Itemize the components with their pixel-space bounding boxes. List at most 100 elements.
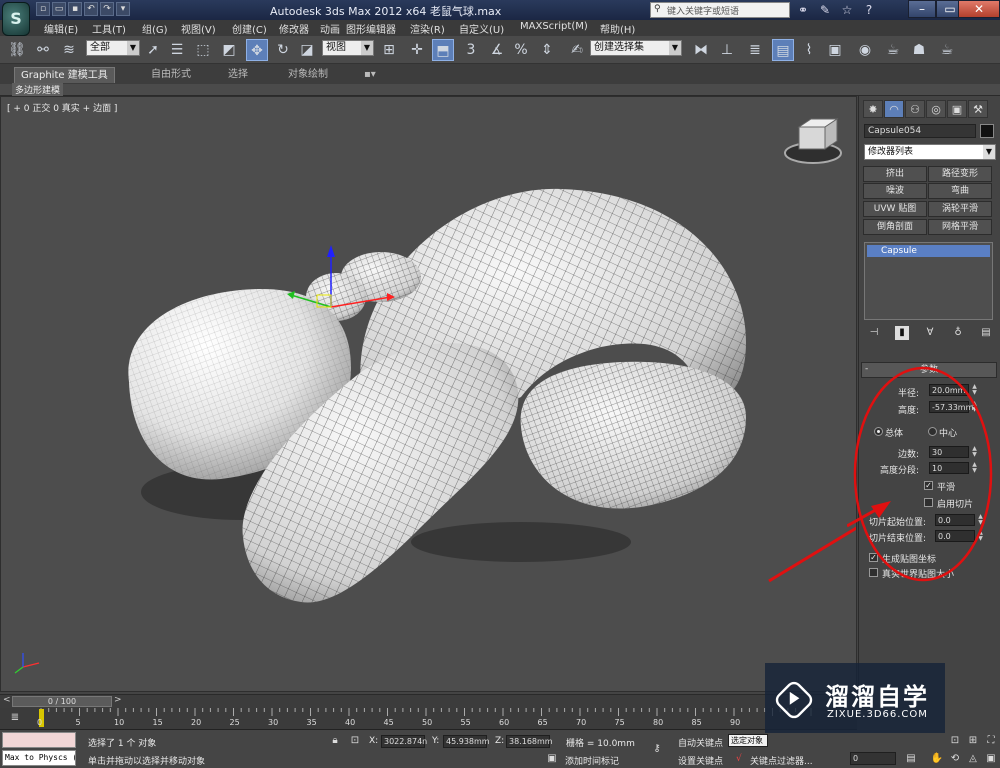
mirror-icon[interactable]: ⧓: [690, 39, 712, 61]
select-scale-icon[interactable]: ◪: [296, 39, 318, 61]
motion-tab-icon[interactable]: ◎: [926, 100, 946, 118]
orbit-icon[interactable]: ⟲: [948, 752, 962, 766]
angle-snap-icon[interactable]: ∡: [486, 39, 508, 61]
key-icon[interactable]: ⚷: [650, 742, 664, 756]
stack-item-capsule[interactable]: Capsule: [867, 245, 990, 257]
render-setup-icon[interactable]: ☕: [882, 39, 904, 61]
named-selection-dropdown[interactable]: 创建选择集 ▼: [590, 40, 682, 56]
material-editor-icon[interactable]: ◉: [854, 39, 876, 61]
tab-freeform[interactable]: 自由形式: [145, 67, 197, 83]
viewport[interactable]: [ + 0 正交 0 真实 + 边面 ]: [0, 96, 857, 692]
z-coord-field[interactable]: 38.168mm: [506, 735, 553, 748]
menu-create[interactable]: 创建(C): [232, 21, 267, 36]
maximize-viewport-icon[interactable]: ⛶: [984, 734, 998, 748]
lock-selection-icon[interactable]: 🔒︎: [328, 734, 342, 748]
undo-icon[interactable]: ↶: [84, 2, 98, 16]
modifier-uvw-button[interactable]: UVW 贴图: [863, 201, 927, 217]
rect-selection-icon[interactable]: ⬚: [192, 39, 214, 61]
configure-sets-icon[interactable]: ▤: [979, 326, 993, 340]
layer-manager-icon[interactable]: ≣: [744, 39, 766, 61]
minimize-button[interactable]: –: [908, 0, 936, 18]
current-frame-field[interactable]: 0: [850, 752, 896, 765]
select-rotate-icon[interactable]: ↻: [272, 39, 294, 61]
x-coord-field[interactable]: 3022.874n: [381, 735, 427, 748]
window-crossing-icon[interactable]: ◩: [218, 39, 240, 61]
create-tab-icon[interactable]: ✸: [863, 100, 883, 118]
save-file-icon[interactable]: ▪: [68, 2, 82, 16]
auto-key-button[interactable]: 自动关键点: [678, 736, 723, 749]
bind-space-warp-icon[interactable]: ≋: [58, 39, 80, 61]
menu-tools[interactable]: 工具(T): [92, 21, 126, 36]
select-manipulate-icon[interactable]: ✛: [406, 39, 428, 61]
search-input[interactable]: ⚲ 键入关键字或短语: [650, 2, 790, 18]
set-key-button[interactable]: 设置关键点: [678, 754, 723, 767]
modifier-noise-button[interactable]: 噪波: [863, 183, 927, 199]
modify-tab-icon[interactable]: ◠: [884, 100, 904, 118]
menu-edit[interactable]: 编辑(E): [44, 21, 78, 36]
select-move-icon[interactable]: ✥: [246, 39, 268, 61]
tab-object-paint[interactable]: 对象绘制: [282, 67, 334, 83]
select-by-name-icon[interactable]: ☰: [166, 39, 188, 61]
reference-coord-dropdown[interactable]: 视图 ▼: [322, 40, 374, 56]
maxscript-listener[interactable]: [2, 732, 76, 748]
poly-modeling-tab[interactable]: 多边形建模: [12, 83, 64, 96]
rendered-frame-icon[interactable]: ☗: [908, 39, 930, 61]
selection-set-field[interactable]: 选定对象: [728, 734, 768, 747]
modifier-meshsmooth-button[interactable]: 网格平滑: [928, 219, 992, 235]
modifier-path-deform-button[interactable]: 路径变形: [928, 166, 992, 182]
select-object-icon[interactable]: ➚: [142, 39, 164, 61]
app-logo-icon[interactable]: S: [2, 2, 30, 36]
modifier-extrude-button[interactable]: 挤出: [863, 166, 927, 182]
object-color-swatch[interactable]: [980, 124, 994, 138]
binoculars-icon[interactable]: ⚭: [795, 2, 811, 18]
y-coord-field[interactable]: 45.938mm: [443, 735, 490, 748]
menu-animation[interactable]: 动画: [320, 21, 340, 36]
zoom-extents-icon[interactable]: ⊡: [948, 734, 962, 748]
make-unique-icon[interactable]: ∀: [923, 326, 937, 340]
keyboard-shortcut-icon[interactable]: ⬒: [432, 39, 454, 61]
tools-icon[interactable]: ✎: [817, 2, 833, 18]
show-end-result-icon[interactable]: ▮: [895, 326, 909, 340]
help-icon[interactable]: ?: [861, 2, 877, 18]
qa-dropdown-icon[interactable]: ▾: [116, 2, 130, 16]
viewport-label[interactable]: [ + 0 正交 0 真实 + 边面 ]: [7, 101, 117, 114]
new-file-icon[interactable]: ▫: [36, 2, 50, 16]
time-slider-thumb[interactable]: 0 / 100: [12, 696, 112, 707]
schematic-view-icon[interactable]: ▣: [824, 39, 846, 61]
time-config-icon[interactable]: ▤: [904, 752, 918, 766]
view-cube[interactable]: [784, 118, 842, 164]
star-icon[interactable]: ☆: [839, 2, 855, 18]
unlink-icon[interactable]: ⚯: [32, 39, 54, 61]
menu-maxscript[interactable]: MAXScript(M): [520, 21, 588, 32]
pan-icon[interactable]: ✋: [930, 752, 944, 766]
pivot-center-icon[interactable]: ⊞: [378, 39, 400, 61]
utilities-tab-icon[interactable]: ⚒: [968, 100, 988, 118]
redo-icon[interactable]: ↷: [100, 2, 114, 16]
menu-help[interactable]: 帮助(H): [600, 21, 635, 36]
menu-rendering[interactable]: 渲染(R): [410, 21, 445, 36]
object-name-field[interactable]: Capsule054: [864, 124, 976, 138]
absolute-mode-icon[interactable]: ⊡: [348, 734, 362, 748]
time-slider[interactable]: < 0 / 100 >: [0, 694, 857, 708]
remove-modifier-icon[interactable]: ♁: [951, 326, 965, 340]
percent-snap-icon[interactable]: %: [510, 39, 532, 61]
align-icon[interactable]: ⊥: [716, 39, 738, 61]
selection-filter-dropdown[interactable]: 全部 ▼: [86, 40, 140, 56]
curve-editor-icon[interactable]: ⌇: [798, 39, 820, 61]
spinner-snap-icon[interactable]: ⇕: [536, 39, 558, 61]
capsule-right[interactable]: [520, 361, 746, 509]
tab-selection[interactable]: 选择: [222, 67, 254, 83]
add-time-tag[interactable]: 添加时间标记: [565, 754, 619, 767]
min-max-toggle-icon[interactable]: ▣: [984, 752, 998, 766]
link-icon[interactable]: ⛓: [6, 39, 28, 61]
modifier-turbosmooth-button[interactable]: 涡轮平滑: [928, 201, 992, 217]
modifier-bend-button[interactable]: 弯曲: [928, 183, 992, 199]
menu-group[interactable]: 组(G): [142, 21, 168, 36]
edit-named-selection-icon[interactable]: ✍: [566, 39, 588, 61]
modifier-bevel-profile-button[interactable]: 倒角剖面: [863, 219, 927, 235]
graphite-toggle-icon[interactable]: ▤: [772, 39, 794, 61]
key-filters-button[interactable]: 关键点过滤器...: [750, 754, 813, 767]
time-tag-icon[interactable]: ▣: [545, 752, 559, 766]
fov-icon[interactable]: ◬: [966, 752, 980, 766]
menu-modifiers[interactable]: 修改器: [279, 21, 309, 36]
